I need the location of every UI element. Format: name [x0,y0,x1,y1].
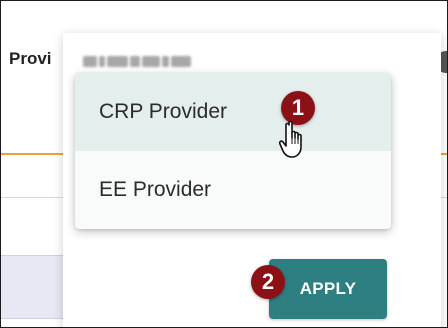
menu-item-ee-provider[interactable]: EE Provider [75,151,391,229]
step-2-badge: 2 [251,265,285,299]
provider-field-label: Provi [9,49,52,68]
table-header-strip [1,255,71,319]
screenshot-frame: Provi CRP Provider EE Provider 1 APPLY 2 [0,0,448,328]
redacted-value [83,53,191,69]
menu-item-label: CRP Provider [99,100,227,123]
apply-button[interactable]: APPLY [269,259,387,319]
apply-button-label: APPLY [299,279,357,298]
provider-dropdown-menu: CRP Provider EE Provider [75,73,391,229]
menu-item-label: EE Provider [99,178,212,201]
hand-pointer-icon [279,120,302,158]
menu-item-crp-provider[interactable]: CRP Provider [75,73,391,151]
